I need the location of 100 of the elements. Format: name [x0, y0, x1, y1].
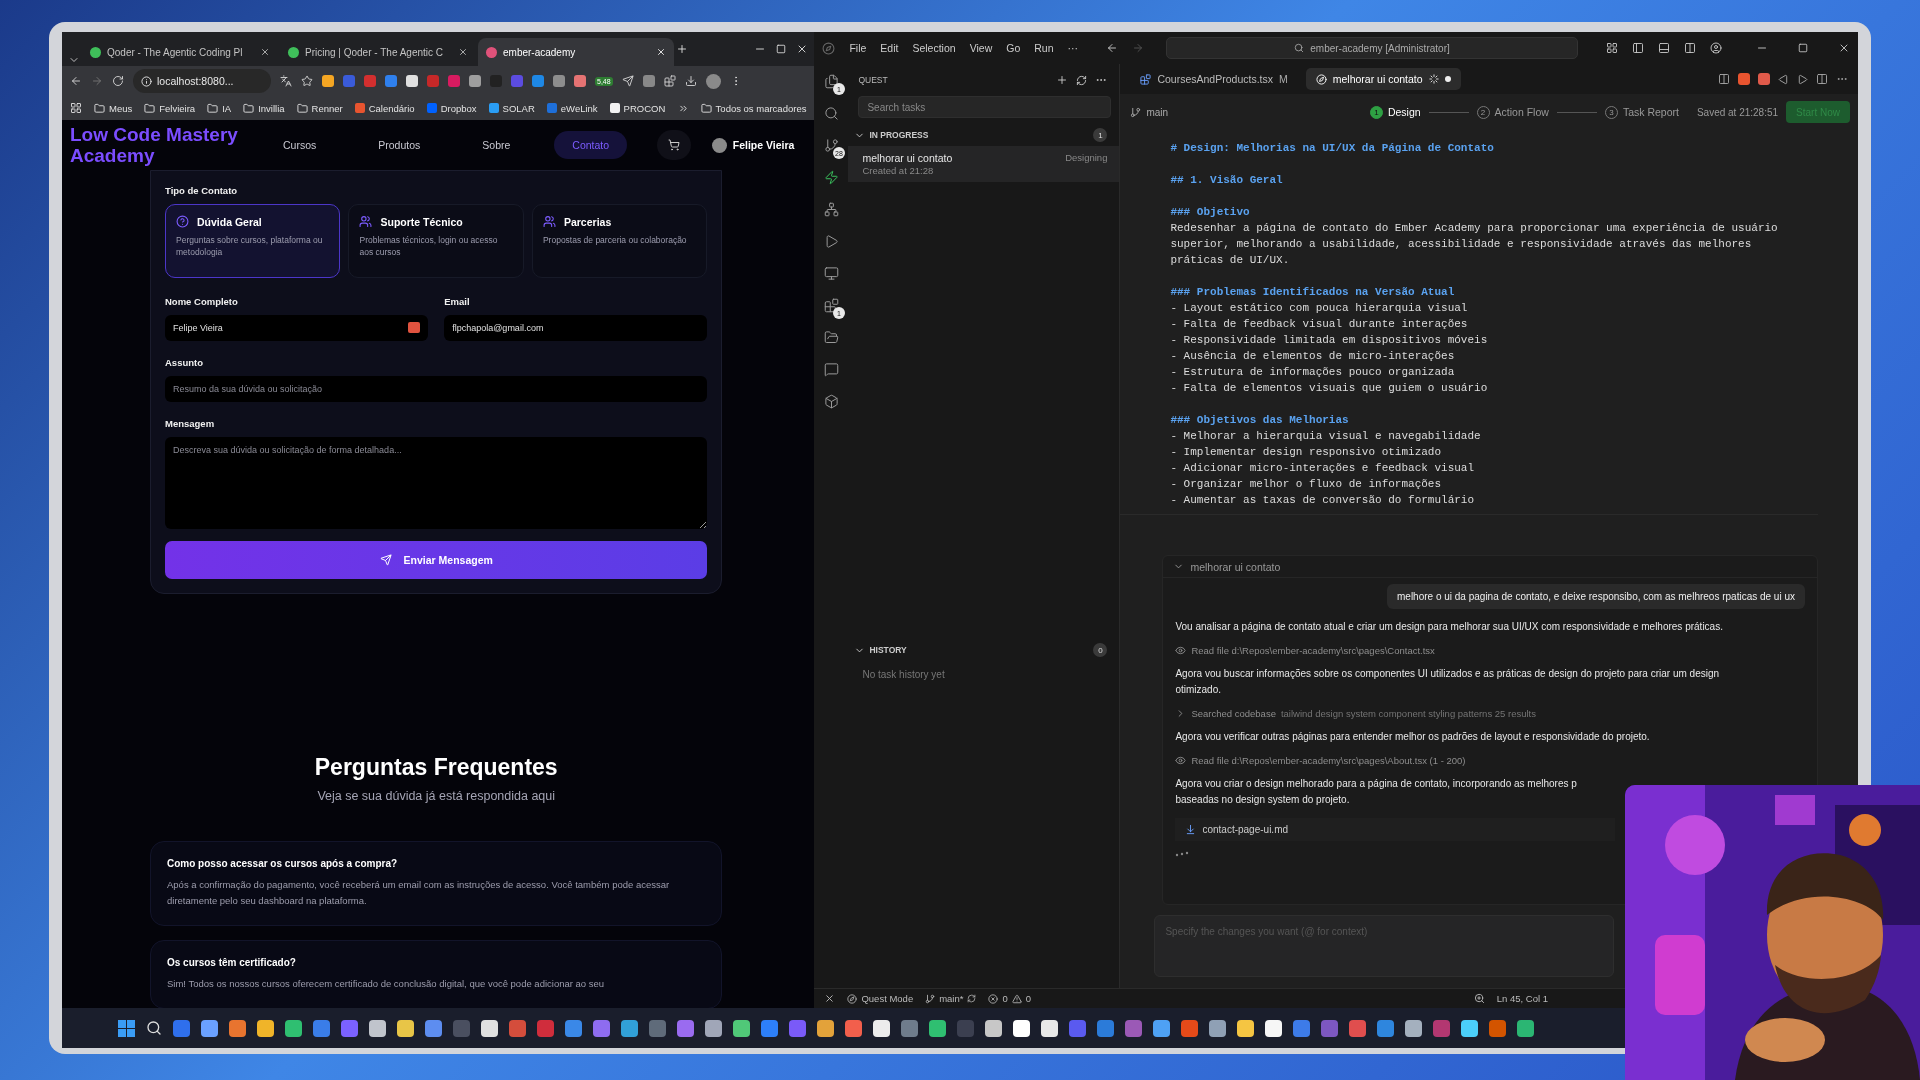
- chat-icon[interactable]: [823, 362, 839, 377]
- input-field[interactable]: Resumo da sua dúvida ou solicitação: [165, 376, 708, 402]
- monitor-icon[interactable]: [823, 266, 839, 281]
- status-item[interactable]: Ln 45, Col 1: [1496, 993, 1548, 1004]
- send-icon[interactable]: [621, 75, 634, 87]
- extension-icon[interactable]: [385, 75, 397, 87]
- user-avatar[interactable]: [711, 137, 727, 153]
- menu-item[interactable]: ···: [1067, 42, 1078, 54]
- browser-tab[interactable]: ember-academy: [478, 38, 674, 66]
- bookmark-link[interactable]: Felvieira: [159, 102, 196, 114]
- folder-icon[interactable]: [823, 330, 839, 345]
- app-icon[interactable]: [369, 1019, 386, 1037]
- bookmark-link[interactable]: eWeLink: [560, 102, 598, 114]
- network-icon[interactable]: [823, 202, 839, 217]
- extensions-icon[interactable]: [823, 298, 839, 313]
- app-icon[interactable]: [1461, 1019, 1478, 1037]
- app-icon[interactable]: [873, 1019, 890, 1037]
- app-icon[interactable]: [1517, 1019, 1534, 1037]
- submit-button[interactable]: Enviar Mensagem: [165, 541, 708, 579]
- extension-icon[interactable]: [1758, 73, 1770, 85]
- back-icon[interactable]: [1106, 42, 1118, 54]
- windows-logo-icon[interactable]: [118, 1019, 135, 1037]
- cube-icon[interactable]: [823, 394, 839, 409]
- section-header[interactable]: IN PROGRESS 1: [848, 124, 1120, 146]
- refresh-icon[interactable]: [1076, 74, 1088, 86]
- extension-icon[interactable]: [406, 75, 418, 87]
- close-icon[interactable]: [1838, 42, 1850, 54]
- remote-icon[interactable]: [824, 993, 836, 1004]
- tool-step[interactable]: Read file d:\Repos\ember-academy\src\pages\Contact.tsx: [1191, 645, 1435, 656]
- section-header[interactable]: HISTORY 0: [848, 639, 1120, 661]
- site-logo[interactable]: Low Code Mastery Academy: [70, 124, 245, 166]
- user-name[interactable]: Felipe Vieira: [732, 139, 795, 151]
- split-icon[interactable]: [1816, 73, 1828, 85]
- contact-type-card[interactable]: Suporte Técnico Problemas técnicos, login ou acesso aos cursos: [348, 204, 524, 278]
- browser-tab[interactable]: Qoder - The Agentic Coding Pl: [82, 38, 278, 66]
- app-icon[interactable]: [929, 1019, 946, 1037]
- app-icon[interactable]: [817, 1019, 834, 1037]
- search-icon[interactable]: [823, 106, 839, 121]
- nav-link[interactable]: Contato: [554, 131, 628, 159]
- step-tab[interactable]: 2 Action Flow: [1476, 105, 1549, 119]
- panel-toggle-icon[interactable]: [1658, 42, 1670, 54]
- zoom-icon[interactable]: [1473, 993, 1485, 1004]
- extension-icon[interactable]: [1738, 73, 1750, 85]
- bookmark-link[interactable]: Todos os marcadores: [715, 102, 807, 114]
- play-icon[interactable]: [1797, 73, 1808, 85]
- close-icon[interactable]: [458, 47, 468, 57]
- contact-type-card[interactable]: Parcerias Propostas de parceria ou colaboração: [531, 204, 708, 278]
- maximize-icon[interactable]: [776, 44, 787, 54]
- bookmark-link[interactable]: IA: [222, 102, 232, 114]
- tool-step[interactable]: Searched codebase: [1191, 708, 1276, 719]
- translate-icon[interactable]: [280, 75, 292, 87]
- step-tab[interactable]: 1 Design: [1369, 105, 1421, 119]
- sidebar-toggle-icon[interactable]: [1632, 42, 1644, 54]
- menu-item[interactable]: Go: [1006, 42, 1021, 54]
- close-icon[interactable]: [656, 47, 666, 57]
- bookmark-star-icon[interactable]: [301, 75, 313, 87]
- back-icon[interactable]: [70, 75, 82, 87]
- profile-avatar[interactable]: [705, 73, 721, 89]
- layout-icon[interactable]: [1606, 42, 1618, 54]
- cart-button[interactable]: [657, 130, 692, 160]
- app-icon[interactable]: [1237, 1019, 1254, 1037]
- app-icon[interactable]: [1265, 1019, 1282, 1037]
- message-field[interactable]: Descreva sua dúvida ou solicitação de forma detalhada...: [165, 437, 708, 529]
- apps-icon[interactable]: [70, 102, 82, 114]
- search-field[interactable]: Search tasks: [858, 96, 1112, 118]
- play-icon[interactable]: [1778, 73, 1789, 85]
- lightning-icon[interactable]: [823, 170, 839, 185]
- app-icon[interactable]: [201, 1019, 218, 1037]
- nav-link[interactable]: Cursos: [265, 131, 335, 159]
- search-icon[interactable]: [146, 1020, 162, 1036]
- files-icon[interactable]: [823, 74, 839, 89]
- status-item[interactable]: main*: [925, 993, 977, 1004]
- app-icon[interactable]: [621, 1019, 638, 1037]
- address-bar[interactable]: localhost:8080...: [133, 69, 271, 93]
- add-icon[interactable]: [1056, 74, 1069, 86]
- reload-icon[interactable]: [112, 75, 124, 87]
- nav-link[interactable]: Produtos: [360, 131, 439, 159]
- extension-icon[interactable]: [322, 75, 334, 87]
- extension-icon[interactable]: [553, 75, 565, 87]
- app-icon[interactable]: [1405, 1019, 1422, 1037]
- menu-item[interactable]: View: [969, 42, 993, 54]
- app-icon[interactable]: [985, 1019, 1002, 1037]
- app-icon[interactable]: [257, 1019, 274, 1037]
- menu-item[interactable]: Run: [1034, 42, 1054, 54]
- app-icon[interactable]: [705, 1019, 722, 1037]
- extension-icon[interactable]: [642, 75, 655, 87]
- bookmark-link[interactable]: Meus: [109, 102, 133, 114]
- step-tab[interactable]: 3 Task Report: [1604, 105, 1679, 119]
- menu-item[interactable]: Edit: [880, 42, 899, 54]
- menu-item[interactable]: Selection: [912, 42, 956, 54]
- extension-icon[interactable]: [469, 75, 481, 87]
- new-tab-icon[interactable]: [676, 43, 688, 55]
- chat-header[interactable]: melhorar ui contato: [1163, 556, 1817, 578]
- browser-tab[interactable]: Pricing | Qoder - The Agentic C: [280, 38, 476, 66]
- status-item[interactable]: Quest Mode: [847, 993, 914, 1004]
- play-icon[interactable]: [823, 234, 839, 249]
- bookmark-link[interactable]: Dropbox: [440, 102, 477, 114]
- command-center[interactable]: ember-academy [Administrator]: [1166, 37, 1578, 59]
- split-icon[interactable]: [1684, 42, 1696, 54]
- close-icon[interactable]: [260, 47, 270, 57]
